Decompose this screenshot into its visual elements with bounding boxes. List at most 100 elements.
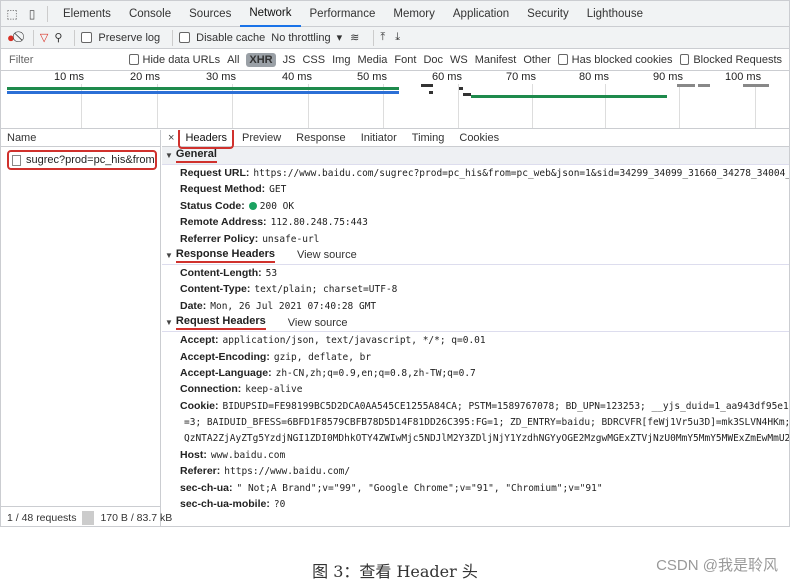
header-value: zh-CN,zh;q=0.9,en;q=0.8,zh-TW;q=0.7 [275,367,476,379]
blocked-requests-checkbox[interactable] [679,54,690,65]
upload-icon[interactable]: ⤒ [380,31,385,44]
response-headers-section-header[interactable]: ▼ Response Headers View source [162,246,789,265]
document-icon [12,154,21,166]
type-doc[interactable]: Doc [423,54,443,66]
general-section-header[interactable]: ▼ General [162,147,789,165]
tab-elements[interactable]: Elements [54,1,120,27]
request-row[interactable]: sugrec?prod=pc_his&from=p... [7,150,157,170]
divider [373,29,375,46]
header-row: =3; BAIDUID_BFESS=6BFD1F8579CBFB78D5D14F… [162,414,789,430]
header-row: Host: www.baidu.com [162,447,789,463]
tab-security[interactable]: Security [518,1,578,27]
download-icon[interactable]: ⤓ [395,31,400,44]
search-icon[interactable]: ⚲ [54,31,62,44]
header-value: gzip, deflate, br [273,351,372,363]
header-row: Request URL: https://www.baidu.com/sugrec… [162,165,789,181]
timeline-bar [743,84,769,87]
request-list-panel: Name sugrec?prod=pc_his&from=p... 1 / 48… [1,130,172,526]
type-manifest[interactable]: Manifest [475,54,517,66]
type-css[interactable]: CSS [302,54,325,66]
type-img[interactable]: Img [332,54,350,66]
header-row: Date: Mon, 26 Jul 2021 07:40:28 GMT [162,298,789,314]
header-value: BIDUPSID=FE98199BC5D2DCA0AA545CE1255A84C… [222,400,790,412]
tab-performance[interactable]: Performance [301,1,385,27]
header-key: Status Code: [180,199,245,212]
timeline-tick: 70 ms [506,71,536,83]
header-value: 112.80.248.75:443 [270,217,368,229]
device-toolbar-icon[interactable]: ▯ [23,7,41,21]
timeline-bar [463,93,471,96]
type-xhr[interactable]: XHR [246,52,276,67]
tab-sources[interactable]: Sources [180,1,240,27]
timeline-tick: 20 ms [130,71,160,83]
header-value: 53 [265,267,278,279]
network-conditions-icon[interactable]: ≋ [350,31,359,44]
has-blocked-cookies-checkbox[interactable] [557,54,568,65]
type-media[interactable]: Media [357,54,387,66]
type-js[interactable]: JS [283,54,296,66]
tab-lighthouse[interactable]: Lighthouse [578,1,652,27]
header-row: Cookie: BIDUPSID=FE98199BC5D2DCA0AA545CE1… [162,398,790,414]
header-value: unsafe-url [262,233,320,245]
record-icon[interactable]: ● [7,30,15,45]
divider [47,5,48,22]
timeline-bar [429,91,433,94]
header-key: Connection: [180,383,242,396]
type-ws[interactable]: WS [450,54,468,66]
watermark: CSDN @我是聆风 [656,557,778,574]
header-row: Connection: keep-alive [162,381,789,397]
header-row: Status Code: 200 OK [162,198,789,214]
section-title: General [175,148,217,163]
tab-cookies[interactable]: Cookies [459,132,499,144]
type-font[interactable]: Font [394,54,416,66]
header-row: Accept: application/json, text/javascript… [162,332,789,348]
disable-cache-checkbox[interactable] [179,32,191,43]
network-timeline[interactable]: 10 ms 20 ms 30 ms 40 ms 50 ms 60 ms 70 m… [1,71,789,129]
has-blocked-cookies-label: Has blocked cookies [571,53,673,66]
blocked-requests-label: Blocked Requests [693,53,783,66]
close-icon[interactable]: × [168,132,174,144]
header-key: Accept: [180,334,219,347]
header-key: Accept-Language: [180,366,272,379]
tab-preview[interactable]: Preview [242,132,281,144]
timeline-tick: 10 ms [54,71,84,83]
tab-headers[interactable]: Headers [178,130,235,149]
filter-input[interactable]: Filter [9,54,129,66]
timeline-bar [7,87,399,90]
header-key: Accept-Encoding: [180,350,270,363]
name-column-header[interactable]: Name [1,130,160,147]
filter-icon[interactable]: ▽ [40,31,48,44]
tab-console[interactable]: Console [120,1,180,27]
divider [74,29,76,46]
type-other[interactable]: Other [523,54,551,66]
tab-response[interactable]: Response [296,132,346,144]
tab-memory[interactable]: Memory [384,1,444,27]
divider [82,510,95,525]
tab-initiator[interactable]: Initiator [361,132,397,144]
throttling-select[interactable]: No throttling [271,32,330,44]
inspect-element-icon[interactable]: ⬚ [1,7,23,21]
type-all[interactable]: All [227,54,239,66]
hide-data-urls-label: Hide data URLs [142,53,221,66]
header-value: text/plain; charset=UTF-8 [254,284,398,296]
hide-data-urls-checkbox[interactable] [128,54,139,65]
timeline-tick: 40 ms [282,71,312,83]
header-row: sec-ch-ua-mobile: ?0 [162,496,789,512]
header-row: Remote Address: 112.80.248.75:443 [162,214,789,230]
header-row: sec-ch-ua: " Not;A Brand";v="99", "Google… [162,480,789,496]
timeline-tick: 90 ms [653,71,683,83]
header-value: www.baidu.com [210,449,286,461]
tab-application[interactable]: Application [444,1,518,27]
view-source-link[interactable]: View source [297,249,357,261]
chevron-down-icon[interactable]: ▾ [337,31,343,44]
preserve-log-checkbox[interactable] [81,32,93,43]
header-row: Referrer Policy: unsafe-url [162,231,789,247]
tab-timing[interactable]: Timing [412,132,445,144]
request-name: sugrec?prod=pc_his&from=p... [26,154,155,166]
tab-network[interactable]: Network [240,1,301,27]
timeline-gridline [458,84,459,128]
view-source-link[interactable]: View source [288,317,348,329]
request-headers-section-header[interactable]: ▼ Request Headers View source [162,314,789,333]
header-key: Content-Length: [180,266,262,279]
header-key: Content-Type: [180,283,251,296]
